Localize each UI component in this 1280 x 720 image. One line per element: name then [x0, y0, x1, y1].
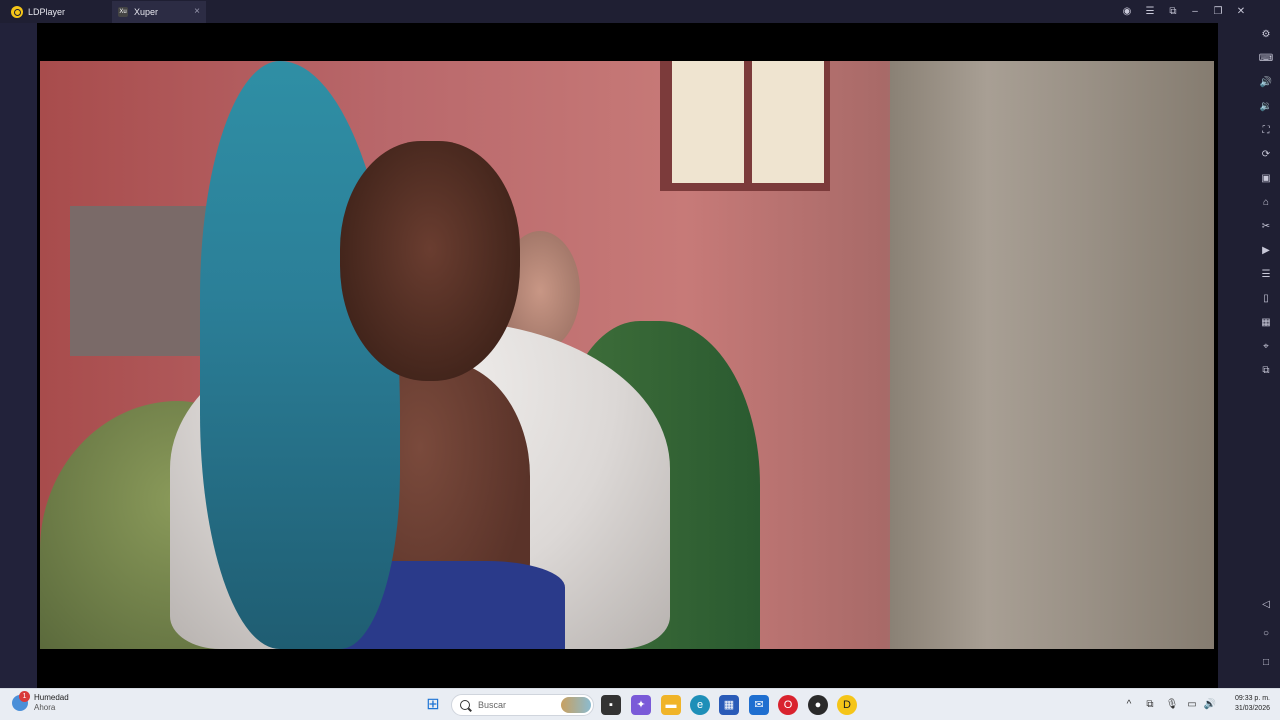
minimize-button[interactable]: – — [1184, 0, 1206, 23]
fullscreen-icon[interactable]: ⧉ — [1162, 0, 1184, 23]
title-bar: LDPlayer Xu Xuper × ◉ ☰ ⧉ – ❐ ✕ — [0, 0, 1280, 23]
outlook-icon[interactable]: ✉ — [749, 695, 769, 715]
recorder-icon[interactable]: ● — [808, 695, 828, 715]
volume-down-icon[interactable]: 🔉 — [1258, 99, 1274, 115]
ldplayer-logo-icon — [11, 5, 23, 18]
account-icon[interactable]: ◉ — [1116, 0, 1138, 23]
video-stone-wall — [890, 61, 1214, 649]
video-background-window — [660, 61, 830, 191]
settings-icon[interactable]: ⚙ — [1258, 27, 1274, 43]
file-explorer-icon[interactable]: ▬ — [661, 695, 681, 715]
ldplayer-taskbar-icon[interactable]: D — [837, 695, 857, 715]
humidity-icon: 1 — [12, 691, 30, 711]
search-box[interactable]: Buscar — [451, 694, 594, 716]
video-crate — [70, 206, 220, 356]
operation-recorder-icon[interactable]: ☰ — [1258, 267, 1274, 283]
opera-icon[interactable]: O — [778, 695, 798, 715]
close-button[interactable]: ✕ — [1230, 0, 1252, 23]
notification-badge: 1 — [19, 691, 30, 702]
screenshot-icon[interactable]: ⛶ — [1258, 123, 1274, 139]
video-frame[interactable] — [40, 61, 1214, 649]
record-icon[interactable]: ▶ — [1258, 243, 1274, 259]
tray-chevron-icon[interactable]: ^ — [1122, 697, 1136, 713]
tab-label: Xuper — [134, 6, 159, 17]
search-highlight-image — [561, 697, 591, 713]
recent-apps-icon[interactable]: □ — [1258, 655, 1274, 671]
volume-up-icon[interactable]: 🔊 — [1258, 75, 1274, 91]
search-icon — [460, 700, 470, 710]
weather-title: Humedad — [34, 693, 69, 702]
weather-subtitle: Ahora — [34, 703, 56, 712]
ldplayer-window: LDPlayer Xu Xuper × ◉ ☰ ⧉ – ❐ ✕ ⚙ ⌨ 🔊 🔉 … — [0, 0, 1280, 688]
folder-icon[interactable]: ▦ — [1258, 315, 1274, 331]
xuper-app-icon: Xu — [118, 6, 128, 17]
task-view-icon[interactable]: ▪ — [601, 695, 621, 715]
rotate-icon[interactable]: ⟳ — [1258, 147, 1274, 163]
home-nav-icon[interactable]: ○ — [1258, 626, 1274, 642]
app-name: LDPlayer — [28, 6, 66, 17]
tab-xuper[interactable]: Xu Xuper × — [112, 0, 206, 23]
clock-date: 31/03/2026 — [1234, 705, 1270, 712]
emulator-sidebar: ⚙ ⌨ 🔊 🔉 ⛶ ⟳ ▣ ⌂ ✂ ▶ ☰ ▯ ▦ ⌖ ⧉ ◁ ○ □ — [1218, 23, 1280, 688]
weather-widget[interactable]: 1 Humedad Ahora — [12, 691, 69, 713]
multi-instance-icon[interactable]: ▣ — [1258, 171, 1274, 187]
clock-time: 09:33 p. m. — [1234, 695, 1270, 702]
edge-icon[interactable]: e — [690, 695, 710, 715]
restore-button[interactable]: ❐ — [1207, 0, 1229, 23]
tab-close-icon[interactable]: × — [194, 6, 200, 18]
copilot-icon[interactable]: ✦ — [631, 695, 651, 715]
video-character-face — [340, 141, 520, 381]
search-placeholder: Buscar — [478, 700, 507, 710]
location-icon[interactable]: ⌖ — [1258, 339, 1274, 355]
video-blue-hair — [200, 61, 400, 649]
emulator-screen[interactable] — [37, 23, 1218, 688]
menu-icon[interactable]: ☰ — [1139, 0, 1161, 23]
back-nav-icon[interactable]: ◁ — [1258, 597, 1274, 613]
start-button[interactable]: ⊞ — [423, 695, 443, 715]
microphone-icon[interactable]: 🎙 — [1164, 697, 1180, 713]
keyboard-icon[interactable]: ⌨ — [1258, 51, 1274, 67]
volume-icon[interactable]: 🔊 — [1202, 697, 1218, 713]
scissors-icon[interactable]: ✂ — [1258, 219, 1274, 235]
clock[interactable]: 09:33 p. m. 31/03/2026 — [1222, 694, 1270, 714]
windows-taskbar: 1 Humedad Ahora ⊞ Buscar ▪ ✦ ▬ e ▦ ✉ O ●… — [0, 688, 1280, 720]
store-icon[interactable]: ▦ — [719, 695, 739, 715]
shake-icon[interactable]: ▯ — [1258, 291, 1274, 307]
display-icon[interactable]: ▭ — [1185, 697, 1199, 713]
sync-icon[interactable]: ⧉ — [1258, 363, 1274, 379]
apk-install-icon[interactable]: ⌂ — [1258, 195, 1274, 211]
network-icon[interactable]: ⧉ — [1143, 697, 1157, 713]
